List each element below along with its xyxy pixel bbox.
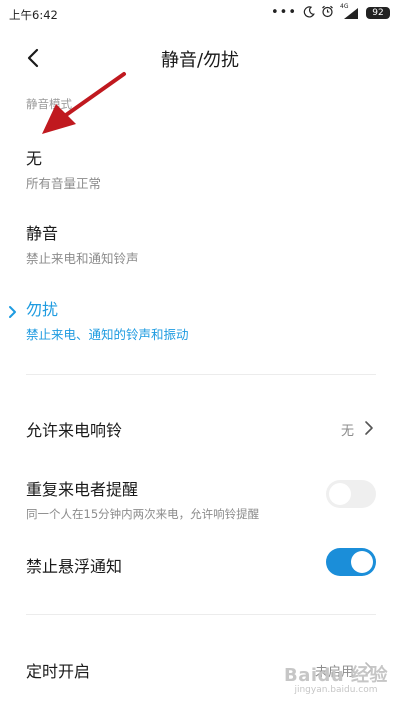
status-time: 上午6:42 (9, 8, 58, 22)
mode-title: 静音 (26, 224, 59, 243)
mode-title: 勿扰 (26, 300, 59, 319)
alarm-icon (321, 5, 334, 21)
battery-icon: 92 (366, 7, 390, 19)
signal-icon: 4G (340, 3, 360, 20)
moon-icon (303, 5, 315, 21)
mode-title: 无 (26, 149, 43, 168)
allow-calls-row[interactable]: 允许来电响铃 无 (26, 417, 376, 441)
repeat-callers-title: 重复来电者提醒 (26, 480, 139, 499)
toggle-knob (351, 551, 373, 573)
block-floating-row: 禁止悬浮通知 (26, 553, 376, 577)
mode-subtitle: 所有音量正常 (26, 176, 102, 191)
mode-option-silent[interactable]: 静音 禁止来电和通知铃声 (26, 220, 376, 267)
repeat-callers-subtitle: 同一个人在15分钟内两次来电，允许响铃提醒 (26, 507, 260, 521)
status-bar: 上午6:42 ••• 4G 92 (0, 0, 400, 28)
status-icons: ••• 4G 92 (270, 3, 390, 21)
more-notifications-icon: ••• (270, 5, 297, 20)
watermark-site: jingyan.baidu.com (294, 685, 378, 695)
mode-option-none[interactable]: 无 所有音量正常 (26, 145, 376, 192)
mode-subtitle: 禁止来电、通知的铃声和振动 (26, 327, 189, 342)
repeat-callers-toggle[interactable] (326, 480, 376, 508)
block-floating-title: 禁止悬浮通知 (26, 557, 123, 576)
mode-option-dnd[interactable]: 勿扰 禁止来电、通知的铃声和振动 (26, 296, 376, 343)
page-title: 静音/勿扰 (160, 50, 240, 71)
allow-calls-value: 无 (340, 424, 354, 439)
selected-indicator-icon (8, 304, 18, 323)
repeat-callers-row: 重复来电者提醒 同一个人在15分钟内两次来电，允许响铃提醒 (26, 476, 376, 521)
allow-calls-title: 允许来电响铃 (26, 421, 123, 440)
watermark-logo: Baidu 经验 jingyan.baidu.com (284, 661, 388, 695)
divider (26, 614, 376, 615)
chevron-right-icon (364, 420, 374, 440)
mode-subtitle: 禁止来电和通知铃声 (26, 251, 139, 266)
watermark-brand: Baidu 经验 (283, 665, 388, 686)
divider (26, 374, 376, 375)
block-floating-toggle[interactable] (326, 548, 376, 576)
header: 静音/勿扰 (0, 38, 400, 78)
toggle-knob (329, 483, 351, 505)
section-label-silent-mode: 静音模式 (26, 97, 72, 111)
